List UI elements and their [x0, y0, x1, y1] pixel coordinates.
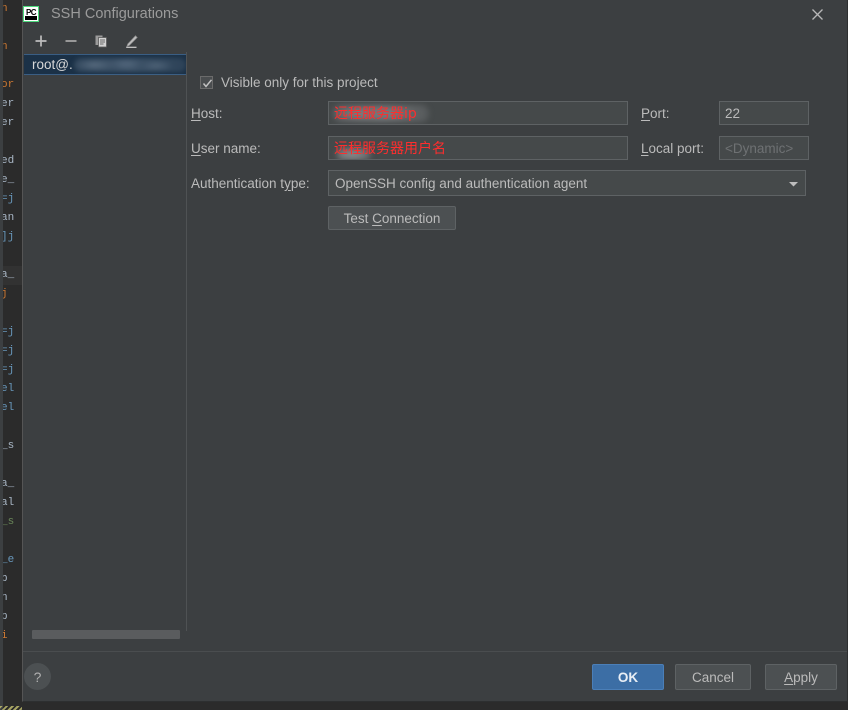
copy-icon[interactable]: [92, 32, 110, 50]
editor-code-line: n: [1, 3, 8, 15]
editor-code-line: e_: [1, 174, 15, 186]
remove-button[interactable]: [62, 32, 80, 50]
editor-code-line: al: [1, 497, 15, 509]
background-editor-sliver: n n or er er ed e_ =j an]j a_ j =j =j =j el el _s a_ al _s _…: [0, 0, 22, 710]
configurations-list[interactable]: root@.: [24, 54, 186, 651]
close-icon[interactable]: [797, 0, 837, 28]
app-icon-text: PC: [25, 7, 37, 17]
editor-code-line: er: [1, 98, 15, 110]
list-item[interactable]: root@.: [24, 54, 186, 75]
pycharm-icon: PC: [23, 6, 39, 22]
host-annotation: 远程服务器ip: [334, 106, 417, 122]
apply-button[interactable]: Apply: [765, 664, 837, 690]
user-name-annotation: 远程服务器用户名: [334, 141, 446, 157]
editor-code-line: [0, 19, 22, 38]
editor-code-line: [0, 57, 22, 76]
editor-code-line: p: [1, 611, 8, 623]
authentication-type-value: OpenSSH config and authentication agent: [335, 175, 588, 191]
editor-code-line: =j: [1, 193, 15, 205]
editor-code-line: [0, 418, 22, 437]
add-button[interactable]: [32, 32, 50, 50]
editor-code-line: [0, 247, 22, 266]
editor-code-line: _s: [1, 516, 15, 528]
editor-code-line: el: [1, 402, 15, 414]
ssh-configurations-dialog: PC SSH Configurations root@. Visible onl…: [22, 0, 848, 702]
configurations-list-panel: root@.: [23, 28, 186, 651]
list-horizontal-scrollbar-thumb[interactable]: [32, 630, 180, 639]
dialog-titlebar: PC SSH Configurations: [23, 0, 847, 28]
editor-gutter: [0, 0, 3, 710]
editor-code-line: _e: [1, 554, 15, 566]
host-label: Host:: [191, 106, 223, 121]
editor-code-line: i: [1, 630, 8, 642]
editor-code-line: =j: [1, 326, 15, 338]
pencil-icon[interactable]: [122, 32, 140, 50]
editor-code-line: ed: [1, 155, 15, 167]
test-connection-button[interactable]: Test Connection: [328, 206, 456, 230]
editor-code-line: [0, 456, 22, 475]
help-button[interactable]: ?: [24, 663, 51, 690]
ok-button[interactable]: OK: [592, 664, 664, 690]
editor-code-line: [0, 532, 22, 551]
editor-wavy-underline: [0, 706, 22, 710]
cancel-button[interactable]: Cancel: [675, 664, 751, 690]
user-name-input[interactable]: 远程服务器用户名: [328, 136, 628, 160]
editor-code-line: [0, 304, 22, 323]
editor-code-line: j: [1, 288, 8, 300]
editor-code-lines: n n or er er ed e_ =j an]j a_ j =j =j =j el el _s a_ al _s _…: [0, 0, 22, 646]
authentication-type-label: Authentication type:: [191, 176, 310, 191]
editor-code-line: b: [1, 573, 8, 585]
host-input[interactable]: 远程服务器ip: [328, 101, 628, 125]
test-connection-label: Test Connection: [343, 210, 441, 226]
cancel-label: Cancel: [691, 669, 735, 685]
editor-code-line: el: [1, 383, 15, 395]
list-item-label: root@.: [32, 57, 73, 72]
visible-only-checkbox-row[interactable]: Visible only for this project: [200, 75, 378, 90]
editor-code-line: =j: [1, 364, 15, 376]
editor-code-line: n: [1, 41, 8, 53]
editor-code-line: _s: [1, 440, 15, 452]
editor-code-line: n: [1, 592, 8, 604]
ssh-config-form: Visible only for this project Host: 远程服务…: [187, 28, 847, 651]
apply-label: Apply: [784, 669, 818, 685]
list-toolbar: [23, 28, 186, 54]
editor-code-line: a_: [0, 266, 22, 285]
local-port-label: Local port:: [641, 141, 705, 156]
dialog-content: root@. Visible only for this project Hos…: [23, 28, 847, 651]
visible-only-checkbox-label: Visible only for this project: [221, 75, 378, 90]
editor-code-line: an: [1, 212, 15, 224]
redacted-host-blur: [73, 57, 186, 72]
dialog-button-bar: ? OK Cancel Apply: [23, 651, 847, 701]
authentication-type-select[interactable]: OpenSSH config and authentication agent: [328, 170, 806, 196]
page-title: SSH Configurations: [51, 6, 179, 22]
editor-code-line: er: [1, 117, 15, 129]
editor-code-line: a_: [1, 478, 15, 490]
editor-code-line: [0, 133, 22, 152]
editor-code-line: or: [1, 79, 15, 91]
editor-code-line: ]j: [1, 231, 15, 243]
help-label: ?: [33, 668, 42, 685]
port-input[interactable]: 22: [719, 101, 809, 125]
chevron-down-icon: [788, 176, 799, 191]
local-port-input[interactable]: <Dynamic>: [719, 136, 809, 160]
user-name-label: User name:: [191, 141, 261, 156]
ok-label: OK: [617, 669, 639, 685]
list-horizontal-scrollbar-track[interactable]: [24, 630, 185, 639]
editor-code-line: =j: [1, 345, 15, 357]
local-port-placeholder: <Dynamic>: [725, 140, 794, 156]
visible-only-checkbox[interactable]: [200, 76, 213, 89]
port-value: 22: [725, 105, 741, 121]
port-label: Port:: [641, 106, 670, 121]
